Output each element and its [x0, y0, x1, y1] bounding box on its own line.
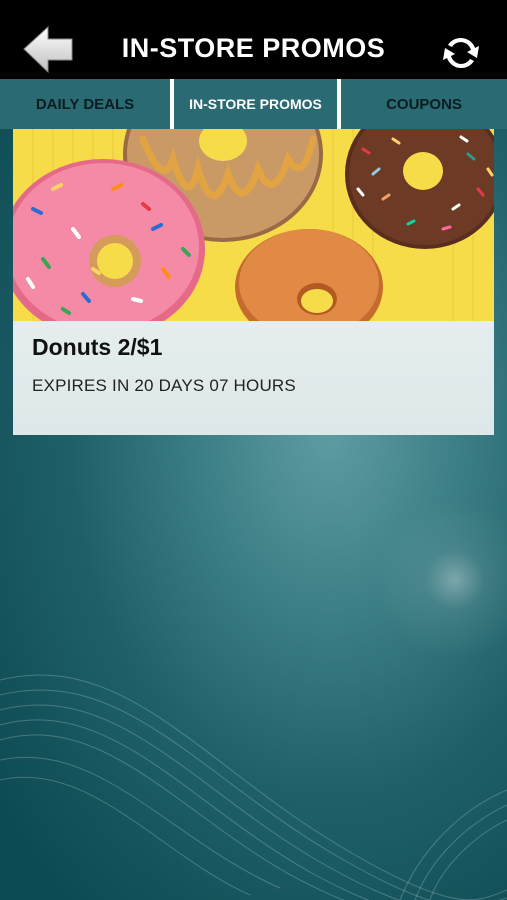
top-bar: IN-STORE PROMOS [0, 0, 507, 79]
tab-daily-deals[interactable]: DAILY DEALS [0, 79, 170, 129]
tab-label: DAILY DEALS [35, 95, 135, 113]
tab-coupons[interactable]: COUPONS [341, 79, 507, 129]
refresh-button[interactable] [441, 34, 481, 72]
decorative-waves [0, 674, 507, 900]
promo-title: Donuts 2/$1 [32, 334, 163, 360]
donuts-photo [13, 129, 494, 321]
page-title: IN-STORE PROMOS [121, 33, 386, 63]
tab-label: IN-STORE PROMOS [189, 96, 322, 112]
promo-card[interactable]: Donuts 2/$1 EXPIRES IN 20 DAYS 07 HOURS [13, 129, 494, 435]
tab-label: COUPONS [386, 95, 462, 113]
tab-in-store-promos[interactable]: IN-STORE PROMOS [170, 79, 341, 129]
promo-expiry: EXPIRES IN 20 DAYS 07 HOURS [32, 376, 296, 395]
tab-bar: DAILY DEALS IN-STORE PROMOS COUPONS [0, 79, 507, 129]
refresh-icon [443, 37, 479, 69]
